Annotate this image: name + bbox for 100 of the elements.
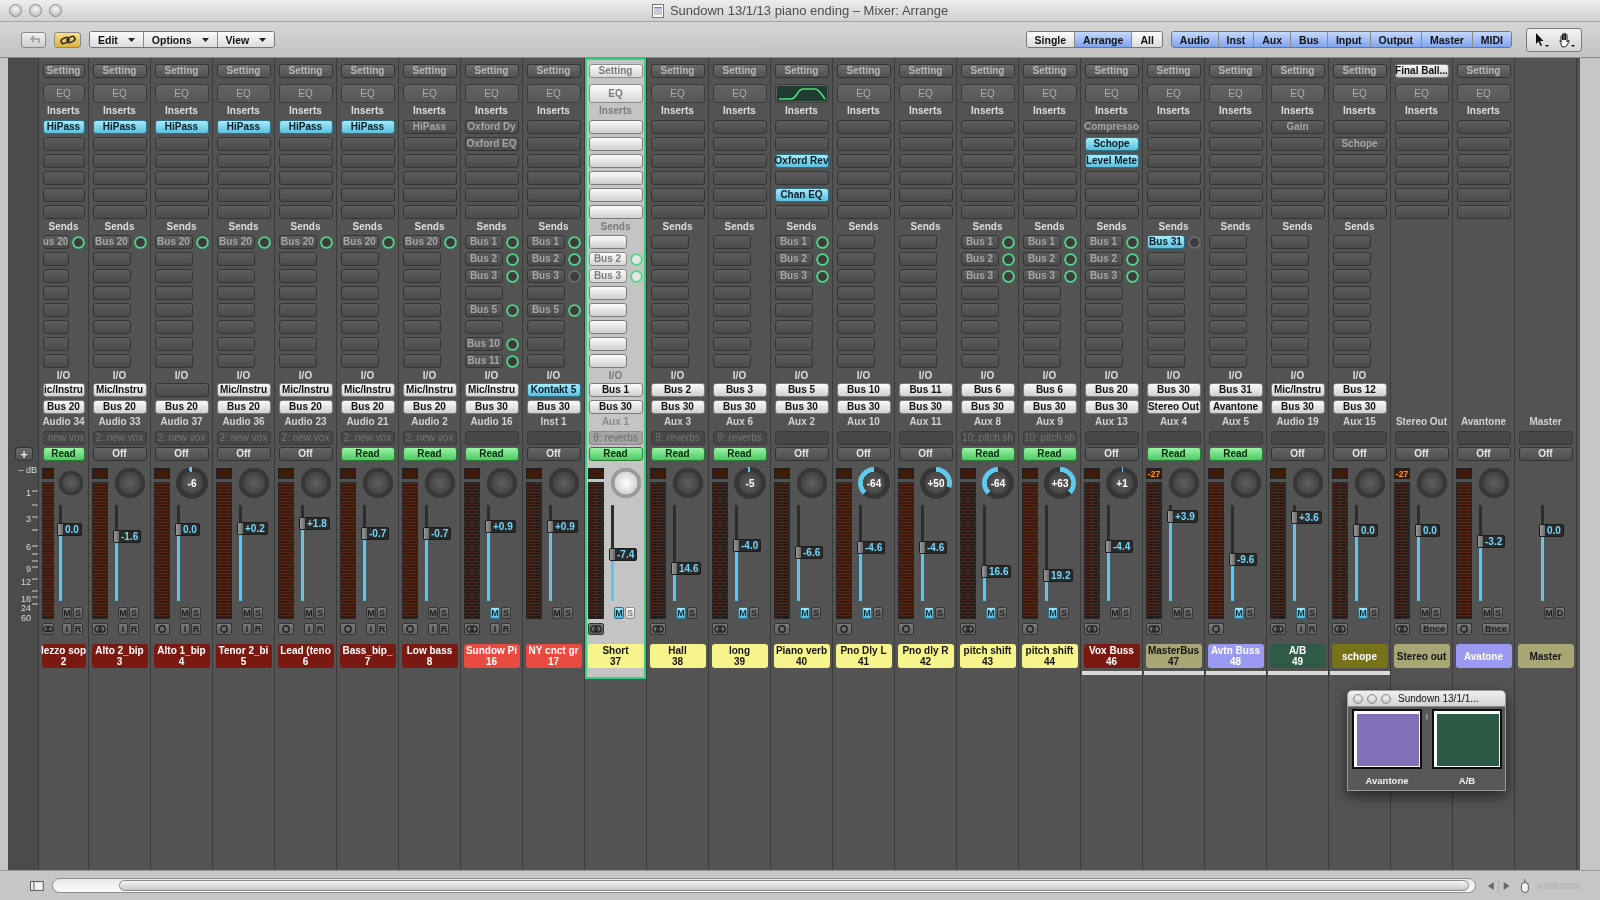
solo-button[interactable]: D (1555, 607, 1565, 619)
pan-knob[interactable] (114, 467, 146, 499)
send-slot[interactable] (340, 303, 379, 317)
insert-slot[interactable] (1084, 205, 1139, 219)
automation-button[interactable]: Read (340, 447, 395, 461)
send-slot[interactable] (960, 337, 999, 351)
color-pad[interactable] (1352, 709, 1422, 769)
minimize-button[interactable] (1367, 693, 1377, 704)
input-button[interactable]: Kontakt 5 (526, 383, 581, 397)
insert-slot[interactable] (1394, 205, 1449, 219)
mute-button[interactable]: M (862, 607, 872, 619)
output-button[interactable]: Bus 30 (836, 400, 891, 414)
mute-button[interactable]: M (1110, 607, 1120, 619)
setting-button[interactable]: Setting (340, 64, 395, 78)
eq-button[interactable]: EQ (1332, 84, 1387, 103)
send-slot[interactable]: Bus 10 (464, 337, 503, 351)
send-slot[interactable]: Bus 3 (588, 269, 627, 283)
peak-indicator[interactable] (278, 468, 294, 479)
insert-slot[interactable] (898, 205, 953, 219)
setting-button[interactable]: Setting (588, 64, 643, 78)
channel-toggle-button[interactable]: R (315, 623, 325, 635)
channel-format-button[interactable] (278, 623, 294, 635)
solo-button[interactable]: S (935, 607, 945, 619)
back-button[interactable] (21, 31, 46, 48)
send-slot[interactable]: Bus 3 (1084, 269, 1123, 283)
send-slot[interactable]: Bus 1 (464, 235, 503, 249)
insert-slot[interactable] (774, 171, 829, 185)
insert-slot[interactable] (402, 205, 457, 219)
insert-slot[interactable] (154, 188, 209, 202)
insert-slot[interactable] (1146, 137, 1201, 151)
channel-format-button[interactable] (402, 623, 418, 635)
send-slot[interactable]: Bus 2 (1022, 252, 1061, 266)
send-slot[interactable] (1270, 269, 1309, 283)
automation-button[interactable]: Off (836, 447, 891, 461)
setting-button[interactable]: Setting (464, 64, 519, 78)
channel-toggle-button[interactable]: R (1307, 623, 1317, 635)
insert-slot[interactable] (960, 171, 1015, 185)
insert-slot[interactable] (526, 171, 581, 185)
insert-slot[interactable] (42, 188, 85, 202)
send-slot[interactable]: Bus 3 (774, 269, 813, 283)
send-slot[interactable] (402, 320, 441, 334)
pan-knob[interactable] (610, 467, 642, 499)
automation-button[interactable]: Off (774, 447, 829, 461)
mute-button[interactable]: M (180, 607, 190, 619)
insert-slot[interactable]: Schope (1332, 137, 1387, 151)
menu-button[interactable]: View (217, 32, 275, 47)
automation-button[interactable]: Off (216, 447, 271, 461)
fader-value[interactable]: -3.2 (1477, 535, 1506, 549)
insert-slot[interactable]: Chan EQ (774, 188, 829, 202)
insert-slot[interactable] (1146, 171, 1201, 185)
send-slot[interactable] (898, 320, 937, 334)
send-knob-icon[interactable] (505, 303, 519, 317)
insert-slot[interactable] (650, 154, 705, 168)
solo-button[interactable]: S (749, 607, 759, 619)
send-slot[interactable] (774, 354, 813, 368)
automation-button[interactable]: Off (898, 447, 953, 461)
group-slot[interactable] (526, 431, 581, 445)
output-button[interactable]: Bus 30 (1022, 400, 1077, 414)
output-button[interactable]: Bus 20 (154, 400, 209, 414)
channel-toggle-button[interactable]: I (118, 623, 128, 635)
pan-knob[interactable] (1168, 467, 1200, 499)
insert-slot[interactable] (154, 137, 209, 151)
send-knob-icon[interactable] (505, 235, 519, 249)
send-slot[interactable] (712, 286, 751, 300)
filter-toggle[interactable]: MIDI (1472, 32, 1511, 47)
peak-indicator[interactable] (960, 468, 976, 479)
insert-slot[interactable] (960, 137, 1015, 151)
send-slot[interactable] (898, 354, 937, 368)
insert-slot[interactable] (1394, 188, 1449, 202)
send-slot[interactable] (92, 354, 131, 368)
peak-indicator[interactable] (1332, 468, 1348, 479)
color-pad[interactable] (1432, 709, 1502, 769)
peak-indicator[interactable] (712, 468, 728, 479)
output-button[interactable]: Stereo Out (1146, 400, 1201, 414)
insert-slot[interactable] (402, 154, 457, 168)
input-button[interactable]: Mic/Instru (340, 383, 395, 397)
pointer-icon[interactable] (1533, 31, 1549, 48)
send-slot[interactable]: Bus 2 (774, 252, 813, 266)
group-slot[interactable] (1208, 431, 1263, 445)
send-knob-icon[interactable] (815, 269, 829, 283)
send-slot[interactable]: Bus 1 (526, 235, 565, 249)
send-slot[interactable]: Bus 20 (154, 235, 193, 249)
send-slot[interactable] (1208, 337, 1247, 351)
setting-button[interactable]: Setting (774, 64, 829, 78)
send-slot[interactable]: Bus 31 (1146, 235, 1185, 249)
scrollbar-thumb[interactable] (118, 880, 1469, 891)
send-slot[interactable] (898, 252, 937, 266)
mute-button[interactable]: M (1358, 607, 1368, 619)
channel-toggle-button[interactable]: R (129, 623, 139, 635)
send-slot[interactable] (960, 354, 999, 368)
insert-slot[interactable]: Gain (1270, 120, 1325, 134)
solo-button[interactable]: S (1493, 607, 1503, 619)
send-slot[interactable]: Bus 1 (774, 235, 813, 249)
insert-slot[interactable] (1394, 137, 1449, 151)
send-slot[interactable] (588, 235, 627, 249)
output-button[interactable]: Bus 30 (650, 400, 705, 414)
mute-button[interactable]: M (366, 607, 376, 619)
input-button[interactable]: Bus 1 (588, 383, 643, 397)
send-slot[interactable] (836, 354, 875, 368)
setting-button[interactable]: Setting (1084, 64, 1139, 78)
